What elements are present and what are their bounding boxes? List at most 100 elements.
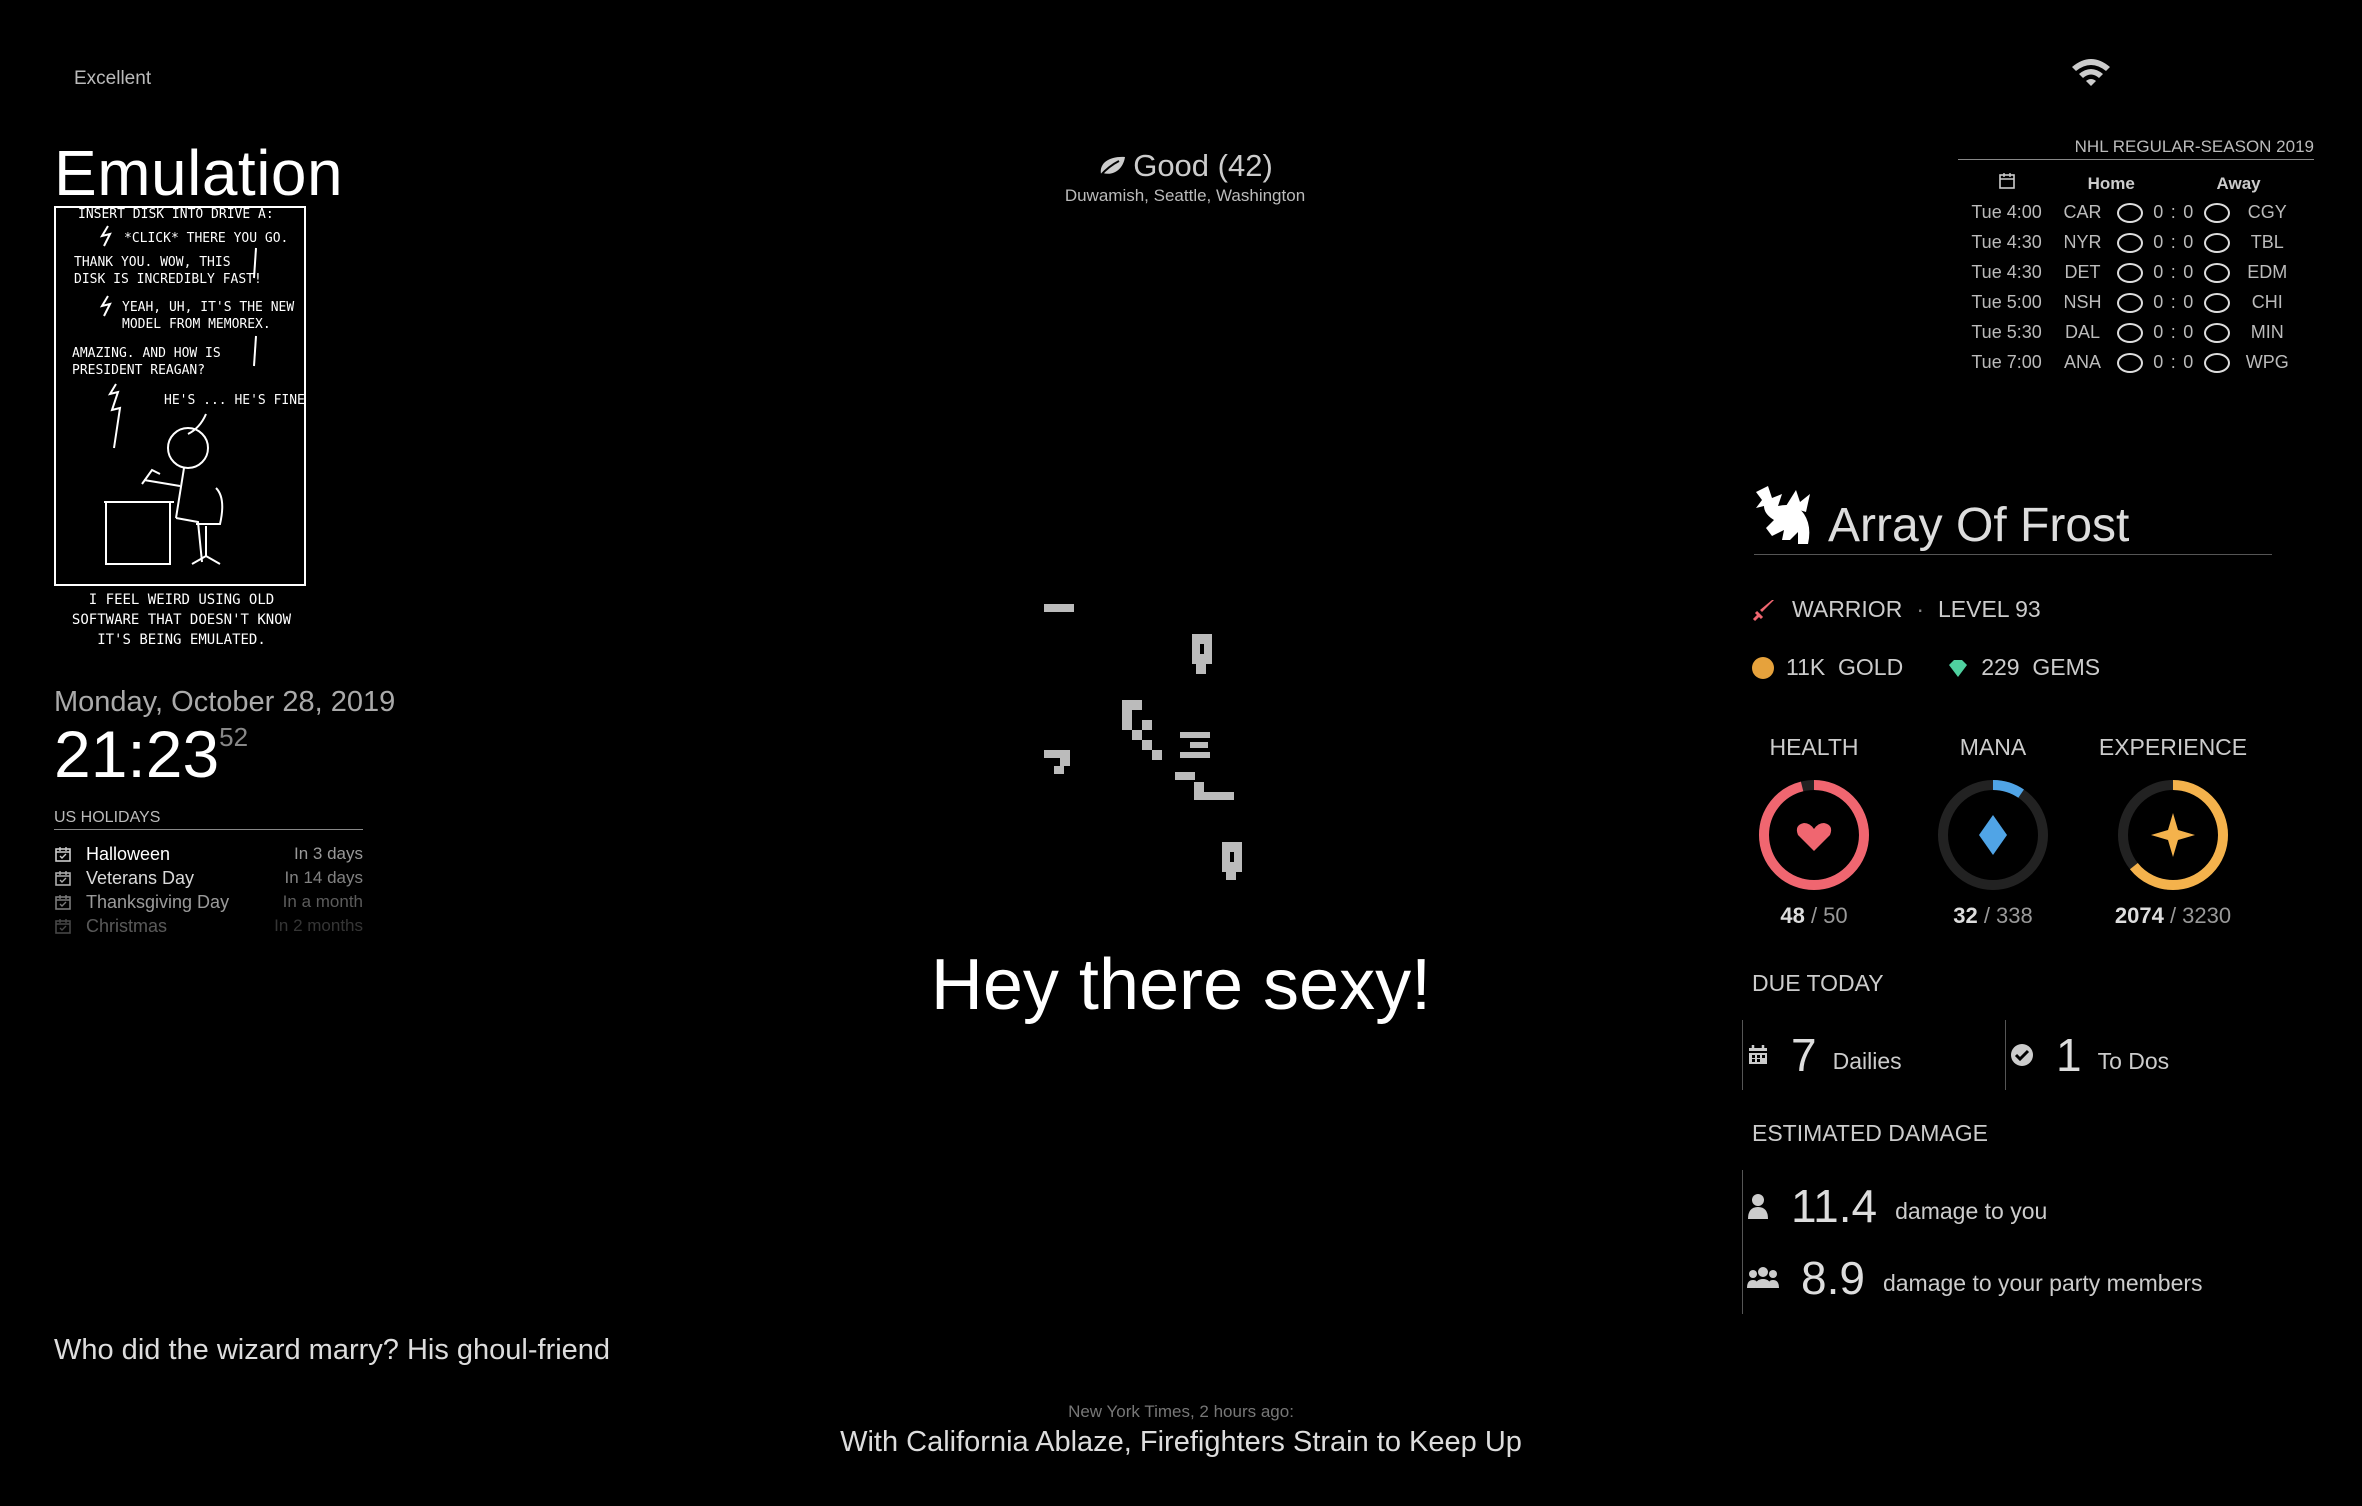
todos-number: 1 — [2056, 1029, 2082, 1081]
team-logo-icon — [2116, 202, 2143, 223]
check-circle-icon — [2011, 1044, 2033, 1066]
class-label: WARRIOR — [1792, 596, 1903, 622]
event-name: Thanksgiving Day — [86, 891, 230, 912]
damage-to-party: 8.9 damage to your party members — [1742, 1242, 2203, 1314]
experience-value: 2074 / 3230 — [2114, 903, 2232, 928]
health-stat: HEALTH 48 / 50 — [1734, 734, 1894, 929]
clock-time: 21:23 — [54, 717, 220, 791]
score-sep: : — [2170, 291, 2176, 312]
away-team: EDM — [2247, 261, 2288, 282]
home-team: NYR — [2063, 231, 2102, 252]
coin-icon — [1752, 656, 1774, 679]
comic-line: THANK YOU. WOW, THIS — [74, 255, 231, 270]
home-team: NSH — [2063, 291, 2102, 312]
calendar-icon — [55, 895, 71, 910]
mana-ring — [1938, 780, 2048, 890]
health-current: 48 — [1780, 903, 1805, 928]
mana-stat: MANA 32 / 338 — [1913, 734, 2073, 929]
game-row: Tue 4:30 NYR 0 : 0 TBL — [1958, 227, 2298, 257]
score-sep: : — [2170, 351, 2176, 372]
home-team: CAR — [2063, 201, 2102, 222]
home-team: DET — [2064, 261, 2101, 282]
home-score: 0 — [2153, 321, 2164, 342]
news-headline: With California Ablaze, Firefighters Str… — [840, 1426, 1522, 1458]
comic-line: HE'S ... HE'S FINE. — [164, 393, 304, 408]
heart-icon — [1796, 823, 1832, 851]
experience-ring — [2118, 780, 2228, 890]
calendar-icon — [1998, 173, 2015, 189]
gold-label: GOLD — [1838, 654, 1904, 680]
away-score: 0 — [2183, 261, 2194, 282]
game-time: Tue 4:30 — [1971, 231, 2042, 252]
game-time: Tue 4:30 — [1971, 261, 2042, 282]
away-team: CGY — [2247, 201, 2287, 222]
game-row: Tue 7:00 ANA 0 : 0 WPG — [1958, 347, 2298, 377]
calendar-event: Halloween In 3 days — [54, 842, 363, 866]
game-time: Tue 7:00 — [1971, 351, 2042, 372]
nhl-title: NHL REGULAR-SEASON 2019 — [1958, 137, 2314, 160]
current-date: Monday, October 28, 2019 — [54, 686, 396, 718]
calendar-event: Christmas In 2 months — [54, 914, 363, 938]
score-sep: : — [2170, 231, 2176, 252]
clock-seconds: 52 — [219, 722, 249, 752]
gem-icon — [1949, 659, 1968, 677]
away-score: 0 — [2183, 351, 2194, 372]
calendar-icon — [55, 871, 71, 886]
experience-label: EXPERIENCE — [2098, 734, 2248, 760]
damage-you-number: 11.4 — [1791, 1180, 1878, 1232]
event-when: In 14 days — [284, 868, 363, 887]
todos-count: 1 To Dos — [2005, 1020, 2169, 1090]
event-when: In 2 months — [274, 916, 363, 935]
calendar-event: Thanksgiving Day In a month — [54, 890, 363, 914]
comic-line: YEAH, UH, IT'S THE NEW — [122, 300, 294, 315]
game-row: Tue 5:00 NSH 0 : 0 CHI — [1958, 287, 2298, 317]
team-logo-icon — [2116, 232, 2143, 253]
user-icon — [1748, 1194, 1768, 1219]
health-ring — [1759, 780, 1869, 890]
game-of-life-art — [1044, 604, 1242, 880]
calendar-header: US HOLIDAYS — [54, 809, 363, 830]
event-name: Christmas — [86, 915, 168, 936]
team-logo-icon — [2116, 262, 2143, 283]
away-team: MIN — [2250, 321, 2284, 342]
event-when: In a month — [282, 892, 363, 911]
calendar-list: Halloween In 3 days Veterans Day In 14 d… — [54, 842, 363, 938]
event-name: Veterans Day — [86, 867, 195, 888]
comic-title: Emulation — [54, 137, 344, 209]
leaf-icon — [1099, 156, 1126, 177]
sword-icon — [1752, 599, 1774, 621]
air-quality-label: Good (42) — [1133, 148, 1273, 183]
score-sep: : — [2170, 201, 2176, 222]
wifi-icon — [2072, 59, 2110, 86]
calendar-icon — [1749, 1045, 1767, 1064]
away-team: CHI — [2251, 291, 2283, 312]
team-logo-icon — [2204, 292, 2231, 313]
score-sep: : — [2170, 261, 2176, 282]
nhl-scores-table: Home Away Tue 4:00 CAR 0 : 0 CGY Tue 4:3… — [1958, 170, 2298, 377]
damage-you-label: damage to you — [1895, 1197, 2048, 1224]
gold-amount: 11K — [1786, 654, 1826, 680]
signal-status: Excellent — [74, 68, 152, 89]
team-logo-icon — [2116, 352, 2143, 373]
mana-value: 32 / 338 — [1953, 903, 2033, 928]
health-label: HEALTH — [1769, 734, 1859, 760]
divider — [1754, 554, 2272, 555]
team-logo-icon — [2204, 352, 2231, 373]
team-logo-icon — [2204, 262, 2231, 283]
dailies-number: 7 — [1791, 1029, 1817, 1081]
mana-max: 338 — [1996, 903, 2033, 928]
mana-label: MANA — [1959, 734, 2027, 760]
character-class: WARRIOR · LEVEL 93 — [1752, 596, 2041, 623]
team-logo-icon — [2204, 202, 2231, 223]
comic-line: AMAZING. AND HOW IS — [72, 346, 221, 361]
game-row: Tue 4:30 DET 0 : 0 EDM — [1958, 257, 2298, 287]
joke-text: Who did the wizard marry? His ghoul-frie… — [54, 1334, 611, 1366]
air-quality-location: Duwamish, Seattle, Washington — [1064, 186, 1306, 205]
calendar-icon — [55, 919, 71, 934]
todos-label: To Dos — [2097, 1047, 2170, 1074]
health-max: 50 — [1823, 903, 1848, 928]
users-icon — [1747, 1267, 1779, 1288]
griffin-avatar-icon — [1756, 486, 1810, 544]
home-header: Home — [2087, 173, 2135, 193]
damage-party-label: damage to your party members — [1882, 1269, 2203, 1296]
